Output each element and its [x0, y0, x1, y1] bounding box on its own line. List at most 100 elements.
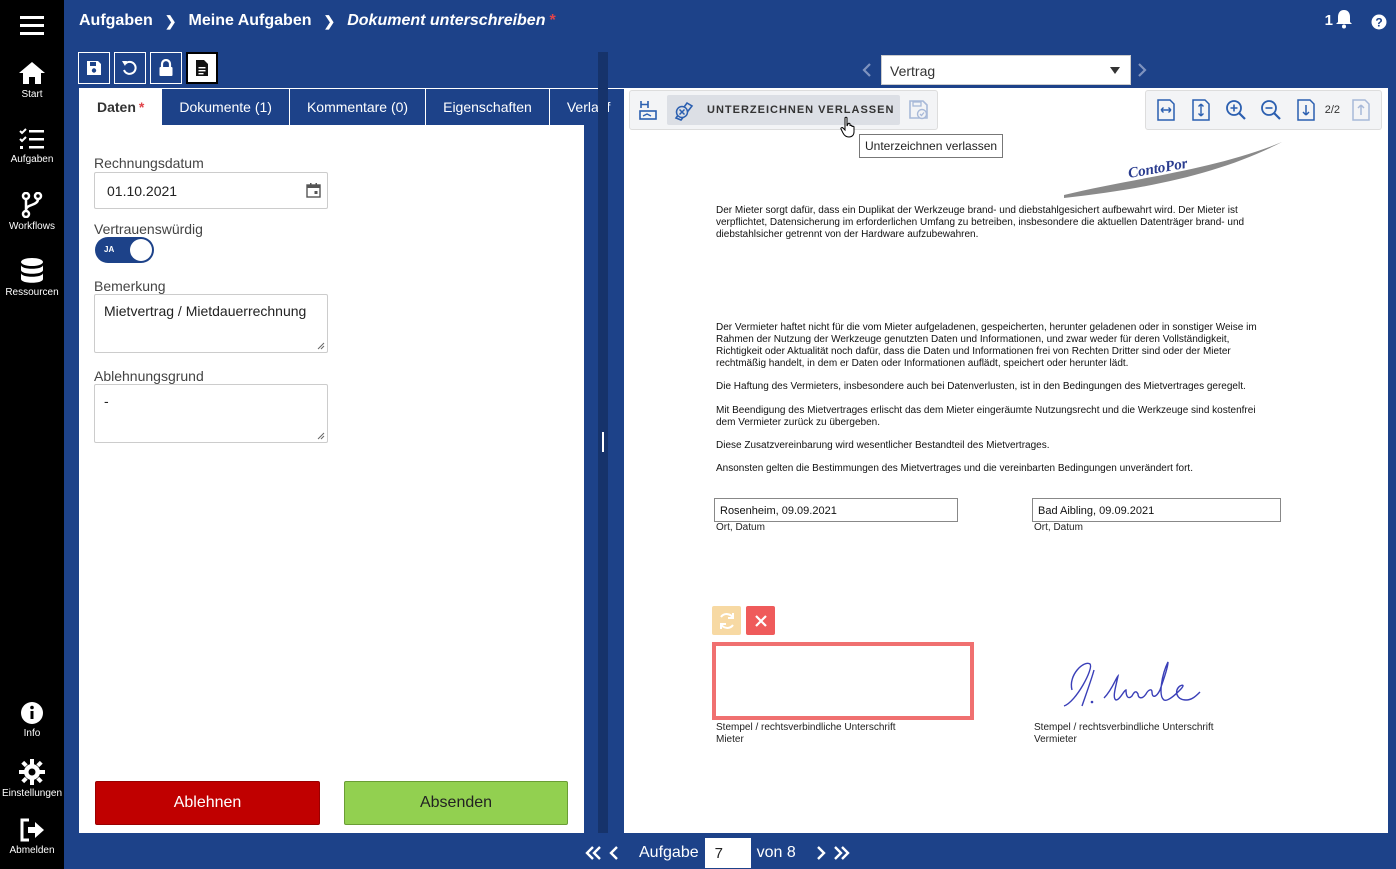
tenant-label: Mieter	[716, 734, 744, 745]
leave-signing-button[interactable]: UNTERZEICHNEN VERLASSEN	[667, 95, 901, 125]
previous-task-button[interactable]	[609, 846, 619, 860]
nav-settings-label: Einstellungen	[1, 788, 63, 799]
signature-toolbar: UNTERZEICHNEN VERLASSEN	[629, 90, 939, 130]
form-tabs: Daten * Dokumente (1) Kommentare (0) Eig…	[79, 88, 629, 125]
tooltip: Unterzeichnen verlassen	[859, 134, 1004, 158]
hand-cursor-icon	[840, 116, 855, 138]
first-task-button[interactable]	[585, 846, 603, 860]
double-chevron-right-icon	[833, 846, 850, 860]
trustworthy-toggle[interactable]: JA	[95, 237, 154, 263]
contract-paragraph: Ansonsten gelten die Bestimmungen des Mi…	[716, 463, 1193, 474]
panel-splitter[interactable]	[598, 52, 608, 833]
signature-area[interactable]	[712, 642, 974, 720]
resize-grip-icon[interactable]	[317, 342, 325, 350]
nav-logout[interactable]: Abmelden	[0, 818, 64, 856]
tenant-signature-caption: Stempel / rechtsverbindliche Unterschrif…	[716, 722, 896, 746]
breadcrumb-my-tasks[interactable]: Meine Aufgaben	[189, 12, 312, 30]
toggle-state-label: JA	[104, 245, 115, 254]
home-icon	[19, 62, 45, 84]
task-number-input[interactable]	[704, 838, 751, 868]
reject-button[interactable]: Ablehnen	[95, 781, 320, 825]
nav-home[interactable]: Start	[0, 60, 64, 100]
required-marker: *	[138, 99, 145, 115]
task-pager: Aufgabe von 8	[585, 838, 850, 868]
previous-page-button[interactable]	[1347, 95, 1375, 125]
tab-properties[interactable]: Eigenschaften	[425, 88, 550, 125]
invoice-date-field[interactable]: 01.10.2021	[94, 172, 328, 209]
save-signature-icon	[909, 100, 929, 120]
contract-paragraph: Der Mieter sorgt dafür, dass ein Duplika…	[716, 205, 1245, 240]
document-button[interactable]	[186, 52, 218, 84]
bell-icon[interactable]	[1335, 9, 1353, 34]
place-date-caption: Ort, Datum	[1034, 522, 1083, 533]
next-document-icon[interactable]	[1137, 62, 1147, 83]
place-date-field-tenant: Rosenheim, 09.09.2021	[714, 498, 958, 522]
svg-text:?: ?	[1375, 16, 1382, 30]
rejection-reason-label: Ablehnungsgrund	[94, 368, 204, 384]
breadcrumb-current: Dokument unterschreiben	[347, 12, 546, 29]
invoice-date-value: 01.10.2021	[107, 183, 178, 199]
chevron-right-icon: ❯	[164, 12, 177, 29]
resize-grip-icon[interactable]	[317, 432, 325, 440]
help-icon[interactable]: ?	[1371, 14, 1387, 35]
fit-height-icon	[1191, 99, 1210, 121]
refresh-signature-button[interactable]	[712, 606, 741, 635]
undo-button[interactable]	[114, 52, 146, 84]
landlord-signature-image	[1063, 661, 1201, 707]
nav-workflows[interactable]: Workflows	[0, 192, 64, 232]
save-button[interactable]	[78, 52, 110, 84]
tab-properties-label: Eigenschaften	[443, 99, 532, 115]
signature-fields-button[interactable]	[634, 95, 662, 125]
task-total: von 8	[756, 844, 796, 861]
cancel-signature-button[interactable]	[746, 606, 775, 635]
tab-data-label: Daten	[97, 99, 136, 115]
remark-label: Bemerkung	[94, 278, 166, 294]
menu-button[interactable]	[0, 14, 64, 36]
nav-workflows-label: Workflows	[9, 221, 55, 232]
tab-comments[interactable]: Kommentare (0)	[288, 88, 427, 125]
document-select[interactable]: Vertrag	[881, 55, 1131, 85]
fit-width-button[interactable]	[1152, 95, 1180, 125]
rejection-reason-value: -	[104, 393, 109, 409]
leave-signing-label: UNTERZEICHNEN VERLASSEN	[707, 104, 895, 116]
tab-documents[interactable]: Dokumente (1)	[161, 88, 290, 125]
nav-resources[interactable]: Ressourcen	[0, 258, 64, 298]
caret-down-icon	[1110, 67, 1120, 74]
zoom-out-icon	[1260, 100, 1281, 120]
branch-icon	[21, 192, 43, 218]
stamp-caption: Stempel / rechtsverbindliche Unterschrif…	[1034, 722, 1214, 733]
rejection-reason-textarea[interactable]: -	[94, 384, 328, 443]
zoom-in-icon	[1225, 100, 1246, 120]
required-marker: *	[549, 12, 556, 29]
tab-comments-label: Kommentare (0)	[306, 99, 409, 115]
main-nav: Start Aufgaben Workflows Ressourcen Info…	[0, 0, 64, 869]
lock-button[interactable]	[150, 52, 182, 84]
breadcrumb-tasks[interactable]: Aufgaben	[79, 12, 153, 30]
gear-icon	[19, 759, 45, 785]
lock-icon	[159, 59, 173, 76]
previous-document-icon[interactable]	[862, 62, 872, 83]
next-task-button[interactable]	[816, 846, 826, 860]
last-task-button[interactable]	[832, 846, 850, 860]
nav-tasks[interactable]: Aufgaben	[0, 127, 64, 165]
tab-data[interactable]: Daten *	[79, 88, 163, 125]
chevron-left-icon	[609, 846, 618, 860]
page-down-icon	[1296, 99, 1315, 121]
document-select-value: Vertrag	[890, 63, 936, 79]
nav-home-label: Start	[21, 89, 43, 100]
remark-textarea[interactable]: Mietvertrag / Mietdauerrechnung	[94, 294, 328, 353]
page-up-icon	[1352, 99, 1370, 121]
fit-height-button[interactable]	[1187, 95, 1215, 125]
save-signature-button[interactable]	[905, 95, 933, 125]
close-icon	[754, 614, 767, 627]
next-page-button[interactable]	[1292, 95, 1320, 125]
nav-info[interactable]: Info	[0, 701, 64, 739]
info-icon	[21, 702, 43, 724]
calendar-icon[interactable]	[306, 182, 321, 198]
tab-history[interactable]: Verlauf	[548, 88, 629, 125]
zoom-out-button[interactable]	[1257, 95, 1285, 125]
landlord-signature-caption: Stempel / rechtsverbindliche Unterschrif…	[1034, 722, 1214, 746]
nav-settings[interactable]: Einstellungen	[0, 759, 64, 799]
zoom-in-button[interactable]	[1222, 95, 1250, 125]
send-button[interactable]: Absenden	[344, 781, 568, 825]
